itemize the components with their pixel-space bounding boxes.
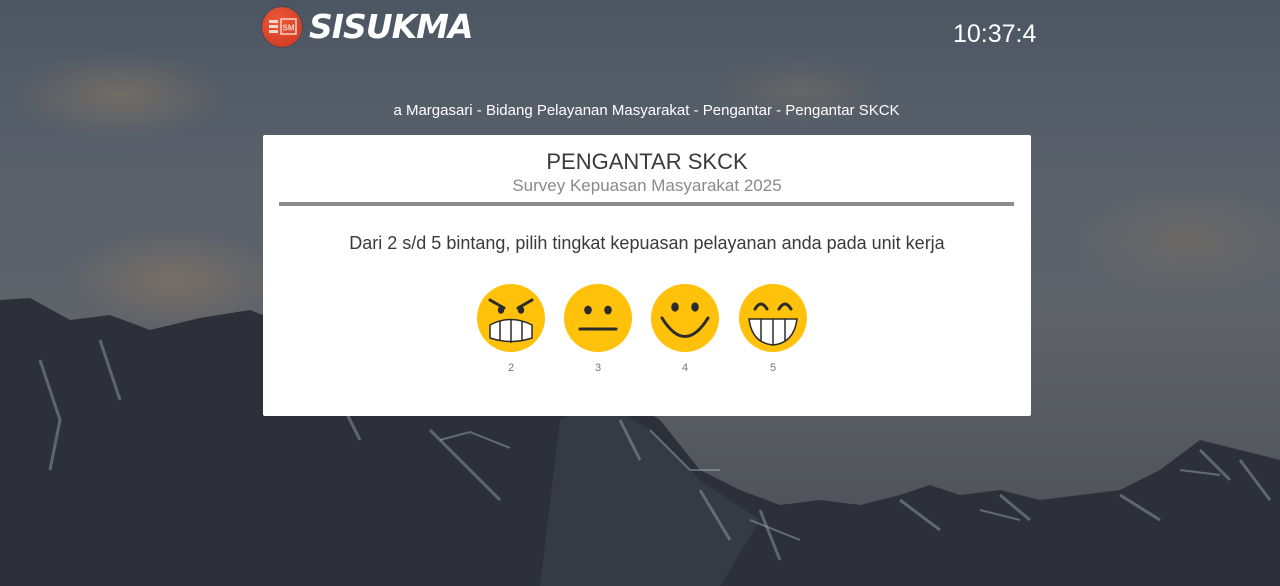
sisukma-logo[interactable]: SM SISUKMA: [262, 6, 474, 48]
clock: 10:37:4: [953, 20, 1037, 48]
logo-badge-icon: SM: [262, 7, 302, 47]
rating-label-2: 2: [507, 362, 515, 374]
rating-option-4[interactable]: 4: [650, 283, 720, 381]
angry-face-icon[interactable]: [476, 283, 546, 353]
rating-option-5[interactable]: 5: [738, 283, 808, 381]
rating-label-4: 4: [681, 362, 689, 374]
logo-badge-text: SM: [283, 24, 295, 33]
page-title: PENGANTAR SKCK: [546, 149, 748, 174]
smiling-face-icon[interactable]: [650, 283, 720, 353]
rating-option-3[interactable]: 3: [563, 283, 633, 381]
survey-instruction: Dari 2 s/d 5 bintang, pilih tingkat kepu…: [349, 233, 945, 253]
breadcrumb: a Margasari - Bidang Pelayanan Masyaraka…: [393, 102, 900, 119]
page-subtitle: Survey Kepuasan Masyarakat 2025: [512, 176, 782, 195]
survey-card: PENGANTAR SKCK Survey Kepuasan Masyaraka…: [263, 135, 1031, 416]
divider: [279, 202, 1014, 206]
rating-option-2[interactable]: 2: [476, 283, 546, 381]
logo-text: SISUKMA: [309, 7, 474, 46]
neutral-face-icon[interactable]: [563, 283, 633, 353]
rating-label-5: 5: [769, 362, 777, 374]
grinning-face-icon[interactable]: [738, 283, 808, 353]
rating-label-3: 3: [594, 362, 602, 374]
